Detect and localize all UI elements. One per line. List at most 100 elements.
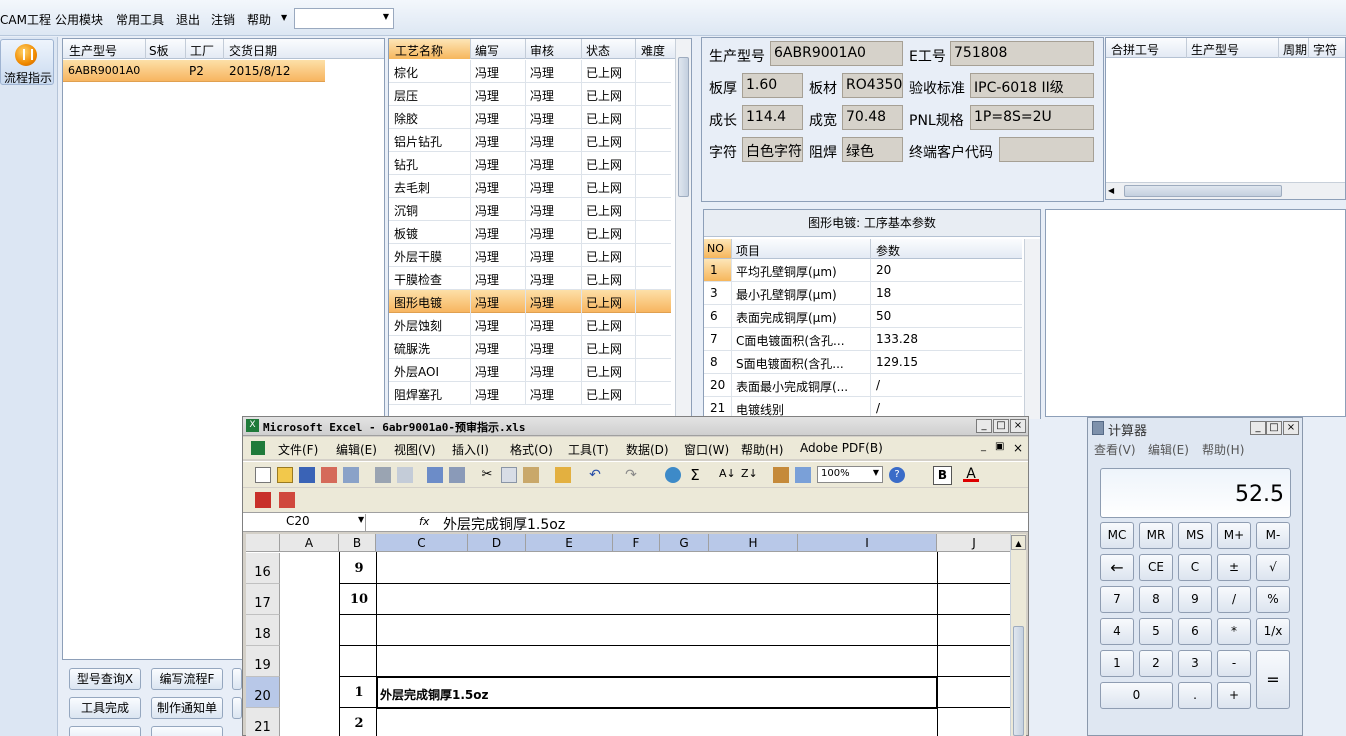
- chevron-down-icon[interactable]: ▼: [358, 515, 364, 524]
- zoom-select[interactable]: 100% ▼: [817, 466, 883, 483]
- maximize-icon[interactable]: □: [1266, 421, 1282, 435]
- client-code-field[interactable]: [999, 137, 1094, 162]
- row-header[interactable]: 18: [246, 615, 280, 646]
- column-header[interactable]: E: [526, 534, 613, 552]
- pnl-spec-field[interactable]: 1P=8S=2U: [970, 105, 1094, 130]
- new-icon[interactable]: [255, 467, 271, 483]
- table-row[interactable]: 20 表面最小完成铜厚(... /: [704, 374, 1022, 397]
- key-equals[interactable]: =: [1256, 650, 1290, 709]
- key-decimal[interactable]: .: [1178, 682, 1212, 709]
- key-m-plus[interactable]: M+: [1217, 522, 1251, 549]
- redo-icon[interactable]: ↷: [623, 467, 639, 483]
- key-5[interactable]: 5: [1139, 618, 1173, 645]
- chart-wizard-icon[interactable]: [773, 467, 789, 483]
- key-percent[interactable]: %: [1256, 586, 1290, 613]
- row-header[interactable]: 20: [246, 677, 280, 708]
- doc-close-icon[interactable]: ×: [1013, 441, 1023, 455]
- print-preview-icon[interactable]: [397, 467, 413, 483]
- open-icon[interactable]: [277, 467, 293, 483]
- column-header[interactable]: F: [613, 534, 660, 552]
- excel-menu-view[interactable]: 视图(V): [394, 441, 436, 458]
- table-row[interactable]: 3 最小孔壁铜厚(μm) 18: [704, 282, 1022, 305]
- column-header[interactable]: J: [937, 534, 1012, 552]
- table-row[interactable]: 阻焊塞孔 冯理 冯理 已上网: [389, 382, 671, 405]
- table-row[interactable]: 6 表面完成铜厚(μm) 50: [704, 305, 1022, 328]
- col-factory[interactable]: 工厂: [190, 42, 214, 59]
- menu-logout[interactable]: 注销: [211, 11, 235, 28]
- key-4[interactable]: 4: [1100, 618, 1134, 645]
- excel-menu-adobe-pdf[interactable]: Adobe PDF(B): [800, 441, 883, 455]
- scroll-thumb[interactable]: [678, 57, 689, 197]
- column-header[interactable]: D: [468, 534, 526, 552]
- table-row[interactable]: 外层干膜 冯理 冯理 已上网: [389, 244, 671, 267]
- key-subtract[interactable]: -: [1217, 650, 1251, 677]
- key-mr[interactable]: MR: [1139, 522, 1173, 549]
- calc-menu-help[interactable]: 帮助(H): [1202, 441, 1244, 458]
- toolbar-select[interactable]: ▼: [294, 8, 394, 29]
- excel-menu-insert[interactable]: 插入(I): [452, 441, 489, 458]
- column-header[interactable]: G: [660, 534, 709, 552]
- thickness-field[interactable]: 1.60: [742, 73, 803, 98]
- table-row[interactable]: 1 平均孔壁铜厚(μm) 20: [704, 259, 1022, 282]
- key-add[interactable]: +: [1217, 682, 1251, 709]
- pdf-email-icon[interactable]: [279, 492, 295, 508]
- table-row[interactable]: 干膜检查 冯理 冯理 已上网: [389, 267, 671, 290]
- cell-b[interactable]: 10: [344, 592, 374, 607]
- col-model[interactable]: 生产型号: [69, 42, 117, 59]
- table-row[interactable]: 铝片钻孔 冯理 冯理 已上网: [389, 129, 671, 152]
- table-row[interactable]: 外层蚀刻 冯理 冯理 已上网: [389, 313, 671, 336]
- char-color-field[interactable]: 白色字符: [742, 137, 803, 162]
- drawing-icon[interactable]: [795, 467, 811, 483]
- name-box[interactable]: C20: [246, 514, 366, 531]
- process-scrollbar[interactable]: [675, 39, 691, 417]
- menu-exit[interactable]: 退出: [176, 11, 200, 28]
- length-field[interactable]: 114.4: [742, 105, 803, 130]
- column-header[interactable]: A: [280, 534, 339, 552]
- col-writer[interactable]: 编写: [475, 42, 499, 59]
- fx-icon[interactable]: fx: [419, 515, 429, 528]
- make-notice-button[interactable]: 制作通知单: [151, 697, 223, 719]
- excel-menu-window[interactable]: 窗口(W): [684, 441, 729, 458]
- merge-hscrollbar[interactable]: ◀: [1106, 182, 1345, 199]
- table-row[interactable]: 棕化 冯理 冯理 已上网: [389, 60, 671, 83]
- doc-minimize-icon[interactable]: _: [981, 441, 986, 452]
- extra-button[interactable]: [232, 697, 242, 719]
- solder-mask-field[interactable]: 绿色: [842, 137, 903, 162]
- width-field[interactable]: 70.48: [842, 105, 903, 130]
- key-0[interactable]: 0: [1100, 682, 1173, 709]
- key-clear[interactable]: C: [1178, 554, 1212, 581]
- table-row[interactable]: 6ABR9001A0 P2 2015/8/12: [63, 60, 325, 82]
- column-header[interactable]: B: [339, 534, 376, 552]
- menu-common-tools[interactable]: 常用工具: [116, 11, 164, 28]
- key-7[interactable]: 7: [1100, 586, 1134, 613]
- write-flow-button[interactable]: 编写流程F: [151, 668, 223, 690]
- workbook-icon[interactable]: [251, 441, 265, 455]
- cell-b[interactable]: 1: [344, 685, 374, 700]
- format-painter-icon[interactable]: [555, 467, 571, 483]
- maximize-icon[interactable]: □: [993, 419, 1009, 433]
- scroll-left-icon[interactable]: ◀: [1108, 186, 1118, 196]
- col-process-name[interactable]: 工艺名称: [389, 39, 470, 59]
- col-s-board[interactable]: S板: [149, 42, 169, 59]
- accept-standard-field[interactable]: IPC-6018 II级: [970, 73, 1094, 98]
- table-row[interactable]: 7 C面电镀面积(含孔... 133.28: [704, 328, 1022, 351]
- layer-review-button[interactable]: [151, 726, 223, 736]
- col-delivery-date[interactable]: 交货日期: [229, 42, 277, 59]
- table-row[interactable]: 外层AOI 冯理 冯理 已上网: [389, 359, 671, 382]
- excel-menu-data[interactable]: 数据(D): [626, 441, 669, 458]
- pdf-convert-icon[interactable]: [255, 492, 271, 508]
- cell-b[interactable]: 9: [344, 561, 374, 576]
- cut-icon[interactable]: ✂: [479, 467, 495, 483]
- font-color-icon[interactable]: A: [963, 466, 979, 482]
- table-row[interactable]: 层压 冯理 冯理 已上网: [389, 83, 671, 106]
- column-header[interactable]: C: [376, 534, 468, 552]
- key-8[interactable]: 8: [1139, 586, 1173, 613]
- paste-icon[interactable]: [523, 467, 539, 483]
- sort-desc-icon[interactable]: Z↓: [741, 467, 758, 483]
- menu-cam[interactable]: CAM工程: [0, 11, 51, 28]
- key-6[interactable]: 6: [1178, 618, 1212, 645]
- bold-icon[interactable]: B: [933, 466, 952, 485]
- sheet-scrollbar[interactable]: ▲: [1010, 534, 1026, 736]
- excel-menu-tools[interactable]: 工具(T): [568, 441, 609, 458]
- col-difficulty[interactable]: 难度: [641, 42, 665, 59]
